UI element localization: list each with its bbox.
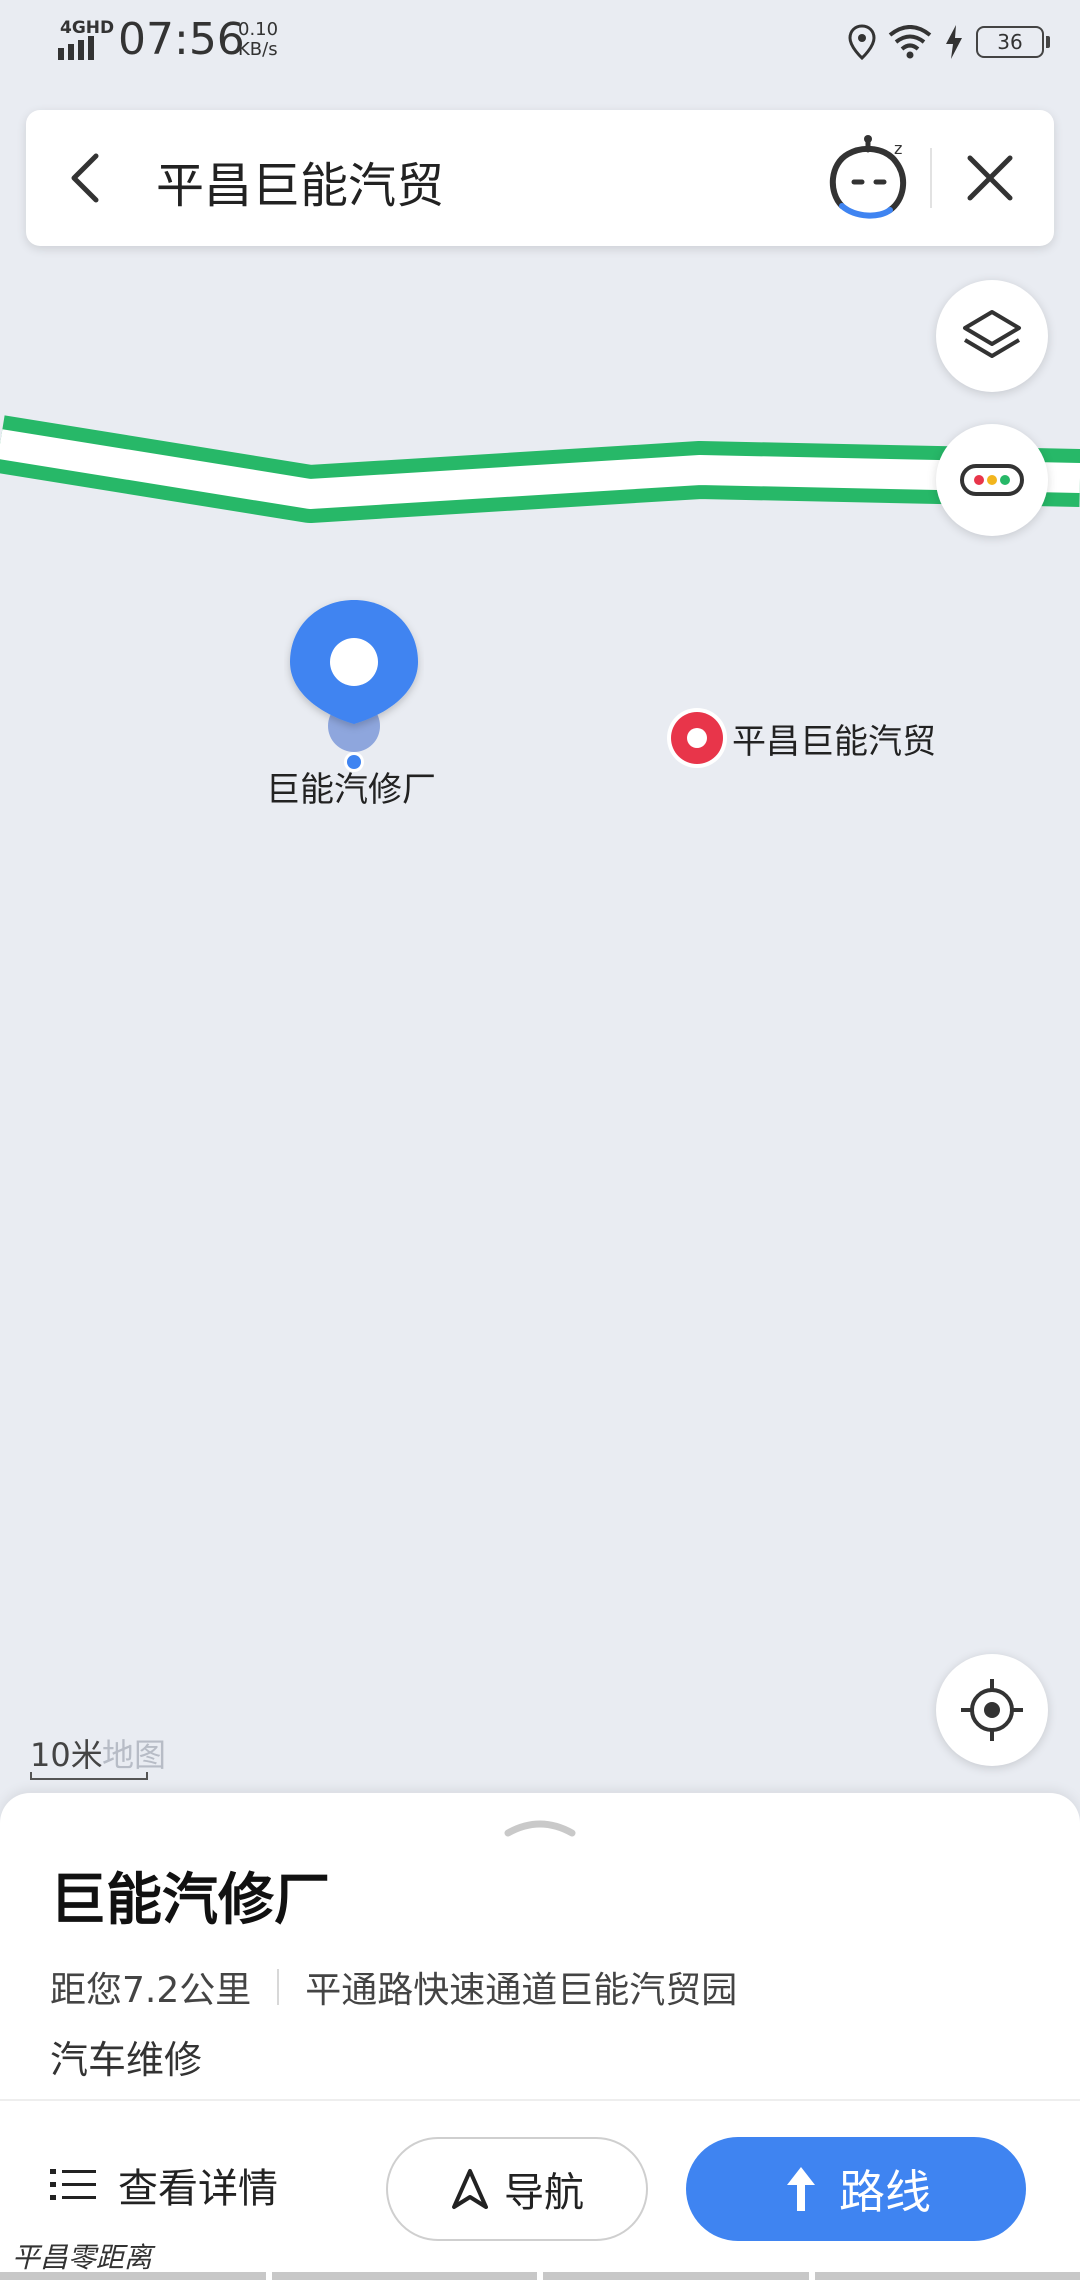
route-button[interactable]: 路线 bbox=[686, 2137, 1026, 2241]
search-bar[interactable]: 平昌巨能汽贸 z bbox=[26, 110, 1054, 246]
close-icon[interactable] bbox=[962, 150, 1018, 206]
view-details-label: 查看详情 bbox=[118, 2166, 278, 2212]
poi-title: 巨能汽修厂 bbox=[50, 1868, 330, 1933]
navigation-arrow-icon bbox=[452, 2169, 488, 2209]
route-line bbox=[0, 415, 1080, 523]
map-view[interactable]: 巨能汽修厂 平昌巨能汽贸 地图 10米 bbox=[0, 0, 1080, 1800]
poi-distance: 距您7.2公里 bbox=[50, 1970, 252, 2011]
selected-location-pin-icon[interactable] bbox=[284, 596, 424, 786]
route-label: 路线 bbox=[839, 2165, 931, 2219]
voice-assistant-icon[interactable]: z bbox=[824, 134, 914, 226]
nav-strip-segment bbox=[814, 2272, 1080, 2280]
traffic-light-icon bbox=[960, 464, 1024, 496]
poi-category: 汽车维修 bbox=[50, 2038, 203, 2082]
search-divider bbox=[930, 148, 932, 208]
list-icon bbox=[50, 2169, 96, 2200]
selected-poi-label[interactable]: 巨能汽修厂 bbox=[266, 762, 436, 811]
navigate-label: 导航 bbox=[504, 2170, 584, 2216]
nav-strip-segment bbox=[0, 2272, 266, 2280]
sheet-divider bbox=[0, 2099, 1080, 2101]
target-poi-pin-icon[interactable] bbox=[665, 706, 729, 770]
search-query[interactable]: 平昌巨能汽贸 bbox=[156, 146, 444, 216]
svg-text:z: z bbox=[894, 139, 902, 158]
view-details-button[interactable]: 查看详情 bbox=[50, 2145, 278, 2225]
map-brand-watermark: 地图 bbox=[102, 1736, 167, 1774]
route-arrow-icon bbox=[787, 2167, 815, 2211]
footer-watermark: 平昌零距离 bbox=[12, 2241, 153, 2274]
back-arrow-icon[interactable] bbox=[56, 148, 116, 208]
system-nav-strip bbox=[0, 2272, 1080, 2280]
navigate-button[interactable]: 导航 bbox=[386, 2137, 648, 2241]
my-location-button[interactable] bbox=[936, 1654, 1048, 1766]
traffic-toggle-button[interactable] bbox=[936, 424, 1048, 536]
map-scale-label: 10米 bbox=[30, 1736, 103, 1774]
nav-strip-segment bbox=[543, 2272, 809, 2280]
meta-separator bbox=[277, 1969, 280, 2005]
nav-strip-segment bbox=[271, 2272, 537, 2280]
map-scale-bar bbox=[30, 1772, 148, 1780]
poi-meta: 距您7.2公里 平通路快速通道巨能汽贸园 bbox=[50, 1961, 737, 2013]
layers-icon bbox=[963, 310, 1021, 358]
poi-address: 平通路快速通道巨能汽贸园 bbox=[305, 1970, 738, 2011]
map-layers-button[interactable] bbox=[936, 280, 1048, 392]
target-poi-label[interactable]: 平昌巨能汽贸 bbox=[732, 714, 936, 763]
poi-detail-sheet[interactable]: 巨能汽修厂 距您7.2公里 平通路快速通道巨能汽贸园 汽车维修 查看详情 导航 … bbox=[0, 1793, 1080, 2280]
sheet-handle-icon[interactable] bbox=[504, 1815, 576, 1839]
crosshair-icon bbox=[961, 1679, 1023, 1741]
